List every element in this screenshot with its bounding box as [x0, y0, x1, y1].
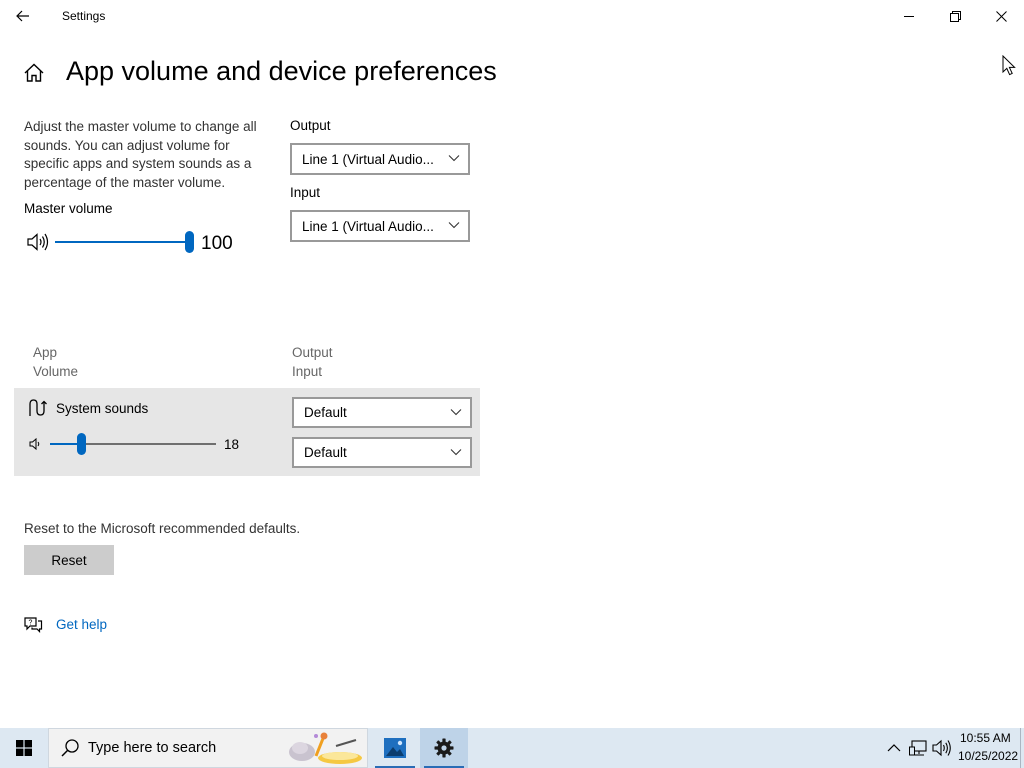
gear-icon: [434, 738, 454, 758]
page-description: Adjust the master volume to change all s…: [24, 119, 257, 190]
column-header-output: Output: [292, 345, 333, 360]
back-arrow-icon: [16, 10, 29, 22]
chevron-down-icon: [448, 222, 460, 229]
get-help-link[interactable]: Get help: [56, 617, 107, 632]
column-header-input: Input: [292, 364, 323, 379]
master-volume-label: Master volume: [24, 201, 113, 216]
master-volume-track[interactable]: [55, 241, 190, 243]
chevron-down-icon: [450, 408, 462, 415]
title-bar: [0, 0, 1024, 32]
app-name-system-sounds: System sounds: [56, 401, 149, 416]
speaker-icon: [27, 233, 49, 251]
chevron-up-icon: [887, 744, 901, 752]
system-sounds-volume-track[interactable]: [82, 443, 216, 445]
svg-text:?: ?: [29, 620, 33, 627]
search-icon: [60, 738, 80, 758]
minimize-button[interactable]: [886, 0, 932, 32]
system-sounds-volume-thumb[interactable]: [77, 433, 86, 455]
output-device-dropdown[interactable]: Line 1 (Virtual Audio...: [290, 143, 470, 175]
chevron-down-icon: [448, 155, 460, 162]
taskbar-settings-app[interactable]: [420, 728, 468, 768]
input-device-value: Line 1 (Virtual Audio...: [302, 218, 434, 234]
system-sounds-input-dropdown[interactable]: Default: [292, 437, 472, 468]
start-button[interactable]: [0, 728, 48, 768]
taskbar-search-placeholder: Type here to search: [88, 740, 217, 756]
input-label: Input: [290, 185, 321, 200]
volume-icon: [932, 739, 951, 757]
minimize-icon: [903, 15, 914, 17]
system-sounds-mute-button[interactable]: [29, 437, 43, 451]
photos-icon: [384, 738, 406, 758]
taskbar-clock-time[interactable]: 10:55 AM: [960, 731, 1011, 745]
column-header-volume: Volume: [33, 364, 79, 379]
master-volume-value: 100: [201, 233, 233, 254]
close-button[interactable]: [978, 0, 1024, 32]
system-sounds-icon: [26, 397, 48, 419]
column-header-app: App: [33, 345, 58, 360]
taskbar-clock-date[interactable]: 10/25/2022: [958, 749, 1018, 763]
system-sounds-input-value: Default: [304, 445, 347, 460]
taskbar-photos-app[interactable]: [371, 728, 419, 768]
system-sounds-output-dropdown[interactable]: Default: [292, 397, 472, 428]
system-sounds-output-value: Default: [304, 405, 347, 420]
show-desktop-button[interactable]: [1020, 728, 1024, 768]
back-button[interactable]: [8, 2, 38, 30]
window-title: Settings: [62, 9, 106, 23]
input-device-dropdown[interactable]: Line 1 (Virtual Audio...: [290, 210, 470, 242]
output-label: Output: [290, 118, 331, 133]
output-device-value: Line 1 (Virtual Audio...: [302, 151, 434, 167]
home-icon: [24, 63, 44, 82]
system-sounds-volume-value: 18: [224, 437, 240, 452]
network-icon: [909, 740, 927, 756]
master-volume-thumb[interactable]: [185, 231, 194, 253]
speaker-icon: [29, 437, 40, 451]
restore-icon: [949, 10, 961, 22]
reset-description: Reset to the Microsoft recommended defau…: [24, 521, 301, 536]
help-chat-icon: ?: [23, 615, 43, 633]
windows-logo-icon: [16, 740, 32, 756]
show-hidden-icons-button[interactable]: [886, 738, 902, 758]
search-highlight-illustration: [286, 730, 366, 766]
master-mute-button[interactable]: [26, 232, 50, 252]
mouse-cursor-icon: [1002, 55, 1016, 76]
home-button[interactable]: [22, 61, 46, 85]
network-button[interactable]: [909, 738, 929, 758]
reset-button[interactable]: Reset: [24, 545, 114, 575]
chevron-down-icon: [450, 448, 462, 455]
page-title: App volume and device preferences: [66, 56, 497, 86]
restore-button[interactable]: [932, 0, 978, 32]
close-icon: [995, 10, 1007, 22]
volume-button[interactable]: [932, 738, 952, 758]
